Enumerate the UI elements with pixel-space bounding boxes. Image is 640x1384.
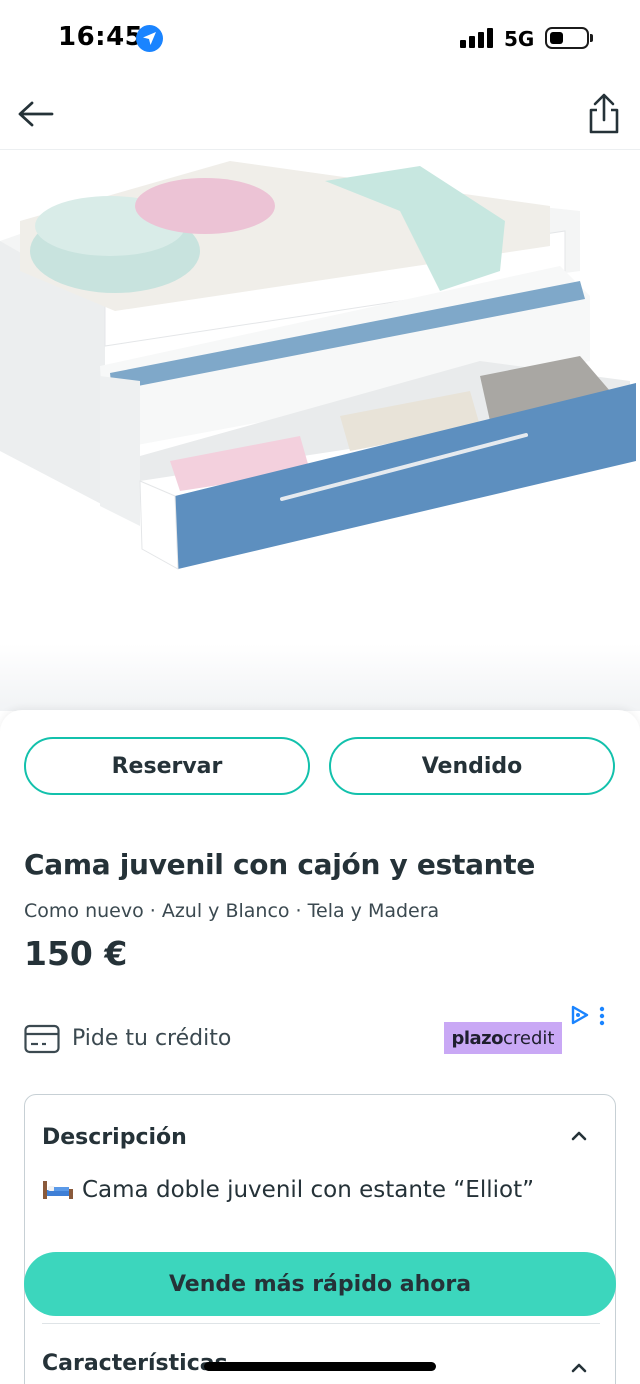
status-bar: 16:45 5G bbox=[0, 0, 640, 78]
credit-label: Pide tu crédito bbox=[72, 1026, 232, 1051]
share-button[interactable] bbox=[582, 90, 626, 138]
top-nav bbox=[0, 78, 640, 150]
bed-icon bbox=[43, 1181, 73, 1199]
home-indicator[interactable] bbox=[204, 1362, 436, 1371]
chevron-up-icon[interactable] bbox=[570, 1129, 588, 1143]
description-heading[interactable]: Descripción bbox=[42, 1125, 187, 1150]
more-options-icon[interactable] bbox=[598, 1006, 606, 1026]
product-title: Cama juvenil con cajón y estante bbox=[24, 848, 536, 881]
network-label: 5G bbox=[504, 27, 535, 51]
credit-card-icon bbox=[24, 1024, 60, 1054]
arrow-left-icon bbox=[18, 101, 54, 127]
description-text: Cama doble juvenil con estante “Elliot” bbox=[42, 1177, 534, 1203]
sell-faster-button[interactable]: Vende más rápido ahora bbox=[24, 1252, 616, 1316]
description-text-label: Cama doble juvenil con estante “Elliot” bbox=[82, 1177, 535, 1203]
share-icon bbox=[589, 93, 619, 134]
signal-icon bbox=[460, 28, 494, 48]
plazo-brand-light: credit bbox=[503, 1027, 555, 1049]
divider bbox=[42, 1323, 600, 1324]
back-button[interactable] bbox=[14, 92, 58, 136]
battery-icon bbox=[545, 27, 589, 49]
bed-illustration bbox=[0, 161, 636, 570]
reserve-button[interactable]: Reservar bbox=[24, 737, 310, 795]
product-price: 150 € bbox=[24, 934, 128, 973]
product-attributes: Como nuevo · Azul y Blanco · Tela y Made… bbox=[24, 900, 440, 922]
battery-tip bbox=[590, 34, 593, 42]
plazo-credit-logo: plazo credit bbox=[444, 1022, 562, 1054]
chevron-up-icon[interactable] bbox=[570, 1361, 588, 1375]
credit-banner[interactable]: Pide tu crédito plazo credit bbox=[24, 1005, 616, 1070]
description-card: Descripción Cama doble juvenil con estan… bbox=[24, 1094, 616, 1384]
product-photo[interactable] bbox=[0, 151, 640, 711]
sold-button[interactable]: Vendido bbox=[329, 737, 615, 795]
features-heading[interactable]: Características bbox=[42, 1351, 228, 1376]
location-icon bbox=[136, 25, 163, 52]
status-time: 16:45 bbox=[58, 22, 144, 52]
product-detail-sheet: Reservar Vendido Cama juvenil con cajón … bbox=[0, 710, 640, 1384]
adchoices-icon[interactable] bbox=[570, 1004, 590, 1026]
plazo-brand-bold: plazo bbox=[451, 1027, 504, 1049]
